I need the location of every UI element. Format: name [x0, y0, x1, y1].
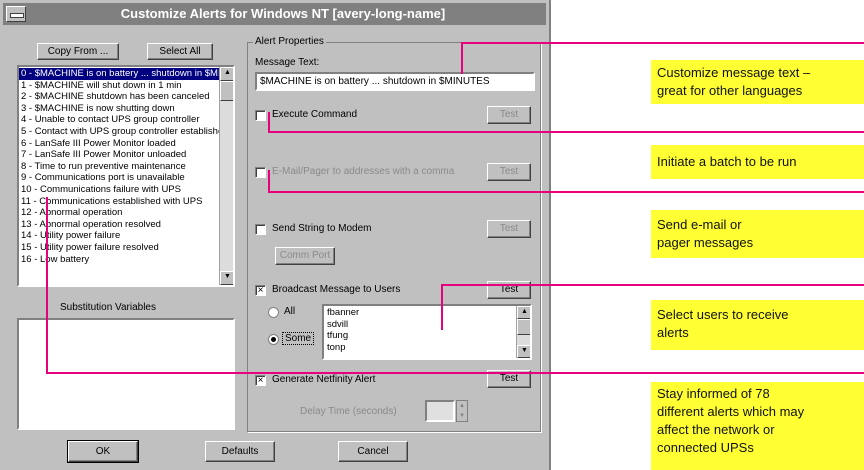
alert-list-item[interactable]: 10 - Communications failure with UPS	[19, 184, 219, 196]
users-list[interactable]: fbanner sdvill tfung tonp ▲ ▼	[322, 304, 532, 360]
callout-batch-line-1: Initiate a batch to be run	[657, 154, 797, 169]
alert-list-item[interactable]: 5 - Contact with UPS group controller es…	[19, 126, 219, 138]
alert-list-item[interactable]: 6 - LanSafe III Power Monitor loaded	[19, 138, 219, 150]
users-scroll-down-icon[interactable]: ▼	[517, 345, 530, 358]
title-bar[interactable]: Customize Alerts for Windows NT [avery-l…	[3, 3, 546, 25]
email-pager-checkbox[interactable]	[255, 167, 266, 178]
leader-line-users-vertical	[441, 284, 443, 330]
broadcast-label: Broadcast Message to Users	[272, 284, 401, 295]
window-title: Customize Alerts for Windows NT [avery-l…	[120, 6, 446, 21]
alert-list-item[interactable]: 12 - Abnormal operation	[19, 207, 219, 219]
callout-email-line-2: pager messages	[657, 235, 754, 250]
leader-line-email-vertical	[268, 170, 270, 192]
copy-from-button[interactable]: Copy From ...	[37, 43, 119, 60]
user-list-item[interactable]: sdvill	[324, 319, 514, 331]
callout-message-line-2: great for other languages	[657, 83, 803, 98]
callout-alerts: Stay informed of 78 different alerts whi…	[651, 382, 864, 470]
some-users-label: Some	[282, 332, 315, 345]
select-all-button[interactable]: Select All	[147, 43, 213, 60]
callout-message-line-1: Customize message text –	[657, 65, 811, 80]
callout-users-line-1: Select users to receive	[657, 307, 789, 322]
test-execute-button[interactable]: Test	[487, 106, 531, 124]
broadcast-checkbox[interactable]: ×	[255, 285, 266, 296]
customize-alerts-dialog: Customize Alerts for Windows NT [avery-l…	[0, 0, 551, 470]
callout-alerts-line-4: connected UPSs	[657, 440, 754, 455]
leader-line-execute-vertical	[268, 112, 270, 132]
alert-list-item[interactable]: 0 - $MACHINE is on battery ... shutdown …	[19, 68, 219, 80]
delay-time-spinner[interactable]: ▲ ▼	[456, 400, 468, 422]
scroll-up-icon[interactable]: ▲	[220, 67, 233, 81]
system-menu-icon[interactable]	[6, 6, 26, 22]
users-scroll-thumb[interactable]	[517, 319, 530, 335]
leader-line-users	[441, 284, 864, 286]
callout-email-pager: Send e-mail or pager messages	[651, 210, 864, 258]
send-string-label: Send String to Modem	[272, 223, 372, 234]
alert-list-items: 0 - $MACHINE is on battery ... shutdown …	[19, 68, 219, 285]
alert-list-item[interactable]: 8 - Time to run preventive maintenance	[19, 161, 219, 173]
comm-port-button[interactable]: Comm Port	[275, 247, 335, 265]
leader-line-message	[461, 42, 864, 44]
delay-time-label: Delay Time (seconds)	[300, 406, 397, 417]
execute-command-checkbox[interactable]	[255, 110, 266, 121]
substitution-variables-label: Substitution Variables	[60, 302, 156, 313]
test-modem-button[interactable]: Test	[487, 220, 531, 238]
leader-line-message-vertical	[461, 42, 463, 74]
callout-email-line-1: Send e-mail or	[657, 217, 742, 232]
alert-list-item[interactable]: 11 - Communications established with UPS	[19, 196, 219, 208]
leader-line-email	[268, 191, 864, 193]
test-email-button[interactable]: Test	[487, 163, 531, 181]
user-list-item[interactable]: fbanner	[324, 307, 514, 319]
callout-batch: Initiate a batch to be run	[651, 145, 864, 179]
defaults-button[interactable]: Defaults	[205, 441, 275, 462]
send-string-checkbox[interactable]	[255, 224, 266, 235]
message-text-value: $MACHINE is on battery ... shutdown in $…	[260, 76, 490, 87]
delay-time-input[interactable]	[425, 400, 455, 422]
alert-list-item[interactable]: 2 - $MACHINE shutdown has been canceled	[19, 91, 219, 103]
netfinity-label: Generate Netfinity Alert	[272, 374, 376, 385]
callout-users-line-2: alerts	[657, 325, 689, 340]
all-users-label: All	[284, 306, 296, 317]
alert-list-item[interactable]: 13 - Abnormal operation resolved	[19, 219, 219, 231]
alert-properties-legend: Alert Properties	[253, 36, 326, 47]
spin-down-icon[interactable]: ▼	[457, 411, 467, 421]
alert-list-item[interactable]: 16 - Low battery	[19, 254, 219, 266]
alert-list-scrollbar[interactable]: ▲ ▼	[219, 67, 233, 285]
spin-up-icon[interactable]: ▲	[457, 401, 467, 411]
alert-list-item[interactable]: 1 - $MACHINE will shut down in 1 min	[19, 80, 219, 92]
callout-alerts-line-2: different alerts which may	[657, 404, 805, 419]
users-scroll-up-icon[interactable]: ▲	[517, 306, 530, 319]
execute-command-label: Execute Command	[272, 109, 358, 120]
callout-message-text: Customize message text – great for other…	[651, 60, 864, 104]
users-list-items: fbanner sdvill tfung tonp	[324, 307, 514, 358]
alert-list-item[interactable]: 7 - LanSafe III Power Monitor unloaded	[19, 149, 219, 161]
alert-list-item[interactable]: 9 - Communications port is unavailable	[19, 172, 219, 184]
alert-list-item[interactable]: 4 - Unable to contact UPS group controll…	[19, 114, 219, 126]
alert-list-item[interactable]: 15 - Utility power failure resolved	[19, 242, 219, 254]
callout-users: Select users to receive alerts	[651, 300, 864, 350]
all-users-radio[interactable]	[268, 307, 279, 318]
netfinity-checkbox[interactable]: ×	[255, 375, 266, 386]
ok-button[interactable]: OK	[67, 440, 139, 463]
message-text-label: Message Text:	[255, 57, 320, 68]
cancel-button[interactable]: Cancel	[338, 441, 408, 462]
callout-alerts-line-3: affect the network or	[657, 422, 775, 437]
scroll-down-icon[interactable]: ▼	[220, 271, 233, 285]
user-list-item[interactable]: tonp	[324, 342, 514, 354]
leader-line-alerts-vertical	[46, 197, 48, 373]
alert-list-item[interactable]: 14 - Utility power failure	[19, 230, 219, 242]
user-list-item[interactable]: tfung	[324, 330, 514, 342]
some-users-radio[interactable]	[268, 334, 279, 345]
email-pager-label: E-Mail/Pager to addresses with a comma	[272, 166, 455, 177]
users-list-scrollbar[interactable]: ▲ ▼	[516, 306, 530, 358]
substitution-variables-list[interactable]	[17, 318, 235, 430]
alert-list[interactable]: 0 - $MACHINE is on battery ... shutdown …	[17, 65, 235, 287]
callout-alerts-line-1: Stay informed of 78	[657, 386, 770, 401]
scroll-thumb[interactable]	[220, 81, 233, 101]
leader-line-execute	[268, 131, 864, 133]
alert-list-item[interactable]: 3 - $MACHINE is now shutting down	[19, 103, 219, 115]
leader-line-alerts	[46, 372, 864, 374]
message-text-input[interactable]: $MACHINE is on battery ... shutdown in $…	[255, 72, 535, 91]
